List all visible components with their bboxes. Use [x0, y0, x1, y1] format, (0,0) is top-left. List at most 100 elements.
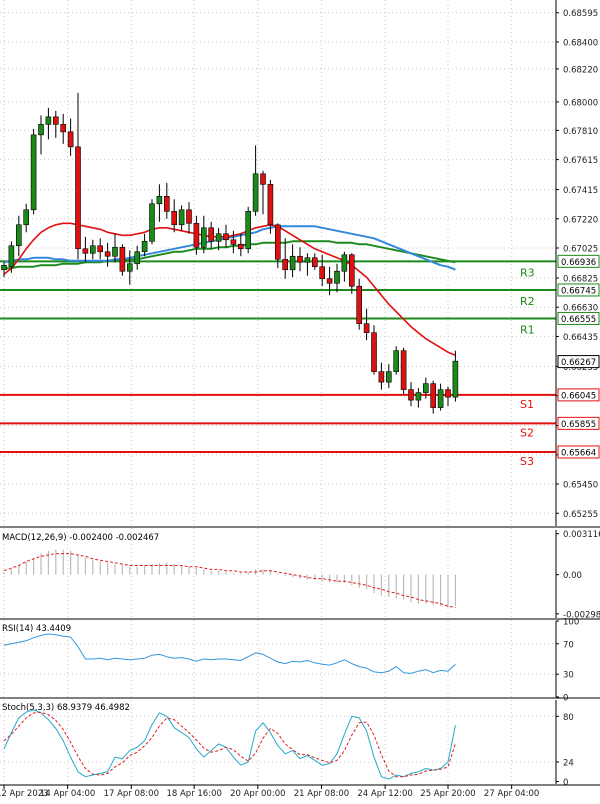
rsi-panel: RSI(14) 43.4409: [2, 624, 456, 674]
candle-body: [385, 371, 392, 383]
candle-body: [363, 323, 370, 333]
candle-body: [371, 332, 377, 372]
candle-body: [267, 184, 274, 226]
candle-body: [119, 246, 126, 272]
candle-body: [193, 222, 200, 248]
candle: [67, 118, 74, 156]
forex-chart: R3 R2 R1 S1 S2 S3 MACD(12,26,9) -0.002400 -0.…: [0, 0, 600, 800]
candle-body: [30, 134, 37, 211]
candle-body: [186, 209, 192, 224]
candle: [289, 244, 296, 278]
level-price-label: 0.66045: [561, 391, 596, 401]
candle-body: [38, 124, 44, 136]
rsi-line: [3, 633, 456, 674]
level-label-s3: S3: [520, 455, 534, 468]
candle: [149, 199, 155, 245]
candle: [393, 346, 400, 375]
candle-body: [15, 224, 22, 247]
level-label-r3: R3: [520, 266, 535, 279]
x-tick-label: 17 Apr 08:00: [104, 789, 159, 799]
candle-body: [104, 251, 111, 257]
y-tick-label: 0.68595: [563, 9, 598, 19]
candle-body: [171, 210, 177, 226]
candle: [334, 263, 340, 293]
candle: [178, 205, 185, 231]
candle: [186, 202, 192, 234]
candle-body: [60, 124, 67, 133]
candle: [282, 238, 289, 279]
candle-body: [297, 255, 303, 263]
rsi-y-tick-label: 100: [563, 618, 579, 628]
x-tick-label: 14 Apr 04:00: [40, 789, 95, 799]
level-label-s1: S1: [520, 398, 534, 411]
candle: [1, 262, 7, 278]
candle: [171, 199, 177, 233]
candle: [97, 238, 103, 260]
current-price-label: 0.66267: [561, 358, 596, 368]
macd-y-tick-label: 0.00: [563, 571, 582, 581]
candle: [363, 308, 370, 341]
candle: [297, 247, 303, 272]
rsi-y-tick-label: 0: [563, 694, 568, 704]
candle-body: [422, 383, 429, 393]
candle-body: [67, 131, 74, 148]
candle-body: [400, 350, 407, 390]
candle: [90, 239, 96, 260]
candle-body: [393, 350, 400, 372]
candle-body: [260, 173, 266, 185]
y-tick-label: 0.67810: [563, 127, 598, 137]
y-tick-label: 0.66825: [563, 274, 598, 284]
candle-body: [334, 270, 340, 284]
candle: [356, 278, 363, 330]
candle-body: [319, 266, 326, 280]
candle: [408, 382, 414, 407]
y-tick-label: 0.67615: [563, 156, 598, 166]
macd-title: MACD(12,26,9) -0.002400 -0.002467: [2, 533, 159, 543]
candle-body: [1, 264, 7, 271]
candle: [252, 145, 259, 216]
candle: [141, 233, 148, 257]
x-tick-label: 27 Apr 04:00: [484, 789, 539, 799]
stochastic-k-line: [3, 709, 456, 780]
candle: [371, 325, 377, 375]
level-price-label: 0.65664: [561, 448, 596, 458]
candle-body: [282, 258, 289, 271]
candle-body: [149, 203, 155, 242]
candle-body: [215, 233, 222, 242]
rsi-y-tick-label: 70: [563, 640, 574, 650]
candle-body: [8, 245, 15, 268]
candle-body: [238, 243, 244, 250]
candle-body: [178, 209, 185, 226]
y-tick-label: 0.65255: [563, 510, 598, 520]
candle: [52, 110, 59, 138]
candle-body: [208, 227, 214, 242]
candle: [134, 245, 140, 270]
candle-body: [356, 285, 363, 324]
candle: [45, 107, 52, 140]
candle: [452, 350, 459, 402]
y-tick-label: 0.68400: [563, 38, 598, 48]
candle-body: [156, 196, 163, 205]
candle-body: [378, 371, 385, 383]
candle-body: [112, 246, 118, 257]
level-label-r1: R1: [520, 323, 535, 336]
candle-body: [45, 116, 52, 125]
y-tick-label: 0.67220: [563, 215, 598, 225]
level-price-label: 0.66555: [561, 315, 596, 325]
macd-y-tick-label: 0.003116: [563, 530, 600, 540]
candle-body: [311, 257, 318, 268]
y-tick-label: 0.66435: [563, 333, 598, 343]
candle-body: [252, 173, 259, 212]
candle-body: [326, 278, 333, 284]
candle-body: [52, 116, 59, 125]
candle: [400, 347, 407, 395]
candle-body: [304, 257, 311, 263]
candle-body: [201, 227, 207, 248]
candle-body: [274, 224, 281, 260]
stochastic-panel: Stoch(5,3,3) 68.9379 46.4982: [2, 703, 456, 780]
candle: [223, 224, 229, 248]
candle: [75, 92, 81, 260]
stochastic-y-tick-label: 0: [563, 778, 568, 788]
candle: [112, 233, 118, 263]
candle-body: [452, 360, 459, 398]
